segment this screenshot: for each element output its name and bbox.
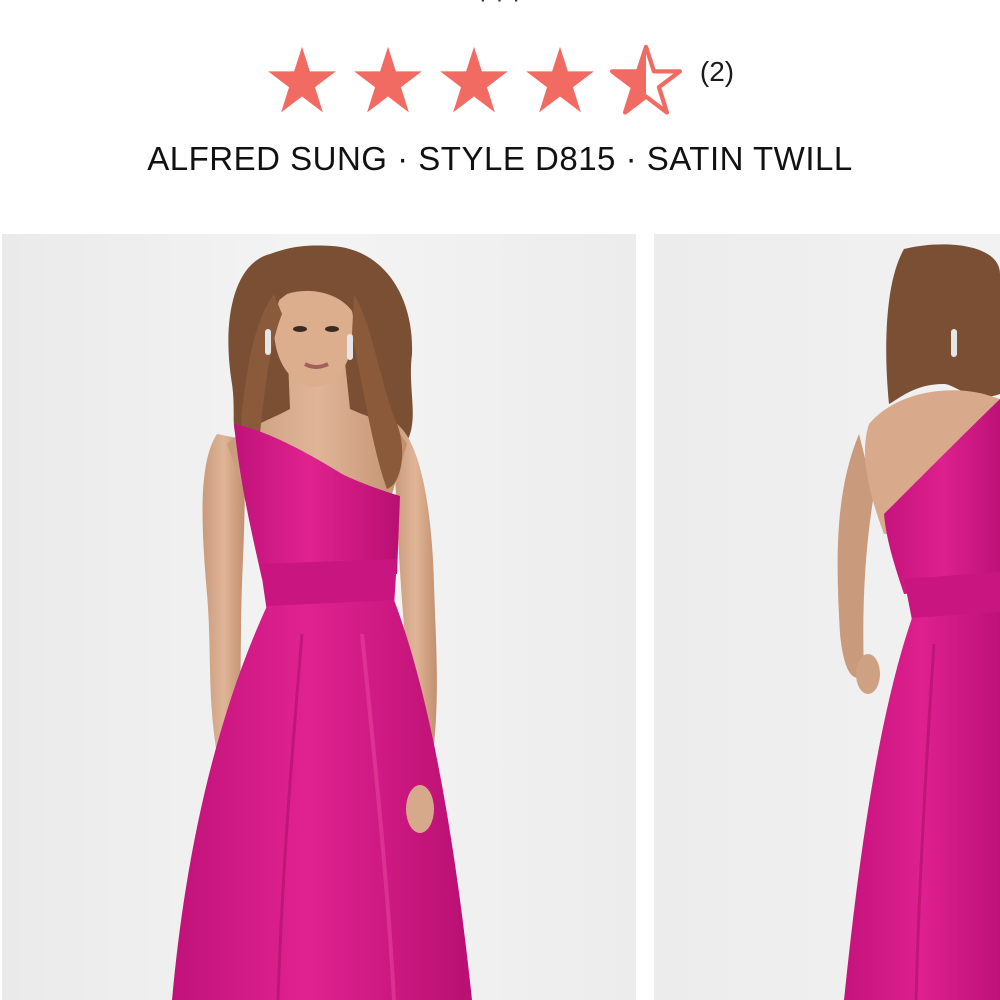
model-front-image[interactable] — [2, 234, 636, 1000]
half-star-icon — [609, 44, 682, 115]
review-count[interactable]: (2) — [700, 56, 734, 88]
star-icon — [268, 46, 336, 113]
star-icon — [354, 46, 422, 113]
product-rating[interactable]: (2) — [0, 44, 1000, 116]
star-icon — [440, 46, 508, 113]
star-icon — [526, 46, 594, 113]
cropped-heading: · · · — [0, 0, 1000, 14]
product-meta: ALFRED SUNG · STYLE D815 · SATIN TWILL — [147, 140, 853, 177]
rating-stars — [266, 44, 682, 116]
product-gallery[interactable] — [0, 234, 1000, 1000]
model-back-image[interactable] — [654, 234, 1000, 1000]
